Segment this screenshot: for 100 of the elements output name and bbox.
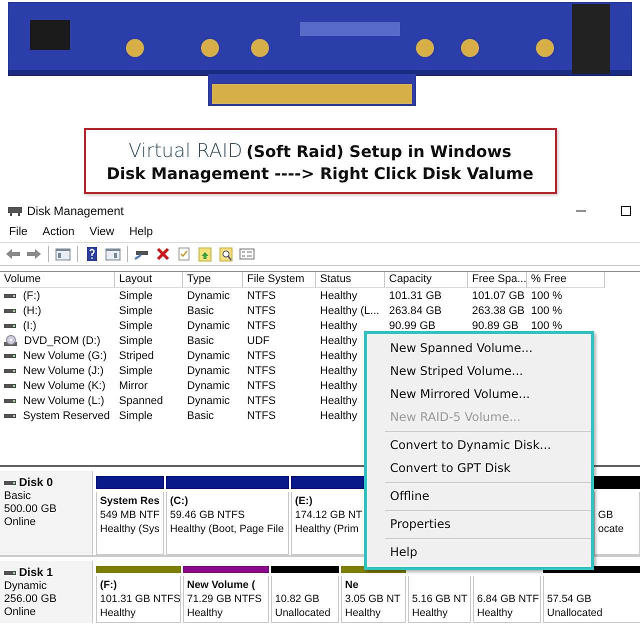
table-cell-text: NTFS: [246, 380, 276, 392]
partition-block[interactable]: (F:) 101.31 GB NTFS Healthy: [96, 576, 181, 623]
drive-icon: [4, 398, 16, 404]
table-cell-text: Simple: [118, 320, 153, 332]
context-menu-item[interactable]: Convert to GPT Disk: [367, 457, 591, 480]
table-cell-text: NTFS: [246, 350, 276, 362]
caption-subtitle: (Soft Raid) Setup in Windows: [246, 142, 512, 160]
table-cell-text: (F:): [22, 290, 40, 302]
table-cell-text: NTFS: [246, 304, 276, 316]
partition-status: Healthy: [412, 606, 448, 620]
disk-size: 500.00 GB: [4, 503, 58, 515]
table-cell-text: Healthy: [319, 380, 358, 392]
column-header[interactable]: Status: [316, 272, 385, 288]
column-header[interactable]: % Free: [527, 272, 605, 288]
disk-name: Disk 1: [19, 567, 53, 579]
context-menu-item[interactable]: New Striped Volume...: [367, 360, 591, 383]
table-cell-text: Dynamic: [186, 350, 230, 362]
column-header[interactable]: Free Spa...: [468, 272, 527, 288]
caption-title: Virtual RAID: [128, 140, 242, 162]
context-menu-item[interactable]: Properties: [367, 513, 591, 536]
forward-arrow-icon[interactable]: [25, 246, 43, 262]
table-cell-text: UDF: [246, 334, 270, 346]
properties-icon[interactable]: [238, 246, 256, 262]
partition-block[interactable]: New Volume ( 71.29 GB NTFS Healthy: [183, 576, 269, 623]
menu-item[interactable]: Action: [42, 226, 74, 238]
maximize-icon[interactable]: [620, 205, 632, 217]
table-cell-text: Striped: [118, 350, 154, 362]
table-cell-text: NTFS: [246, 290, 276, 302]
context-menu-item[interactable]: New Mirrored Volume...: [367, 383, 591, 406]
table-cell-text: DVD_ROM (D:): [23, 334, 100, 346]
column-header[interactable]: Capacity: [385, 272, 468, 288]
partition-size: 57.54 GB: [547, 592, 592, 606]
partition-size: 3.05 GB NT: [345, 592, 400, 606]
folder-up-icon[interactable]: [196, 246, 214, 262]
column-header[interactable]: Layout: [115, 272, 183, 288]
column-header[interactable]: File System: [243, 272, 316, 288]
partition-size: 549 MB NTF: [100, 508, 160, 522]
drive-icon: [4, 368, 16, 374]
partition-block[interactable]: 57.54 GB Unallocated: [543, 576, 640, 623]
table-cell-text: 101.31 GB: [388, 290, 442, 302]
table-cell-text: Healthy: [319, 320, 358, 332]
table-cell-text: Simple: [118, 290, 153, 302]
column-header[interactable]: Volume: [0, 272, 115, 288]
caption-instruction: Disk Management ----> Right Click Disk Valume: [106, 164, 534, 182]
table-cell-text: NTFS: [246, 320, 276, 332]
table-cell-text: Simple: [118, 304, 153, 316]
drive-icon: [4, 382, 16, 388]
partition-size: GB: [598, 508, 614, 522]
table-cell-text: NTFS: [246, 364, 276, 376]
partition-block[interactable]: System Res 549 MB NTF Healthy (Sys: [96, 492, 164, 555]
console-tree-icon[interactable]: [54, 246, 72, 262]
table-cell-text: Basic: [186, 304, 214, 316]
table-cell-text: (H:): [22, 304, 42, 316]
column-header[interactable]: Type: [183, 272, 243, 288]
partition-block[interactable]: (C:) 59.46 GB NTFS Healthy (Boot, Page File: [166, 492, 289, 555]
window-title: Disk Management: [27, 204, 125, 218]
table-cell-text: 263.84 GB: [388, 304, 442, 316]
partition-name: System Res: [100, 494, 160, 508]
partition-block[interactable]: 6.84 GB NTF Healthy: [473, 576, 541, 623]
context-menu-item[interactable]: Offline: [367, 485, 591, 508]
table-cell-text: Dynamic: [186, 394, 230, 406]
disk-type: Dynamic: [4, 580, 48, 592]
back-arrow-icon[interactable]: [4, 246, 22, 262]
table-cell-text: 101.07 GB: [471, 290, 525, 302]
partition-block[interactable]: 5.16 GB NT Healthy: [408, 576, 471, 623]
table-cell-text: NTFS: [246, 394, 276, 406]
disk-type: Basic: [4, 490, 32, 502]
partition-status: Unallocated: [275, 606, 330, 620]
partition-size: 101.31 GB NTFS: [100, 592, 181, 606]
context-menu-item[interactable]: New Spanned Volume...: [367, 337, 591, 360]
partition-size: 174.12 GB NT: [295, 508, 362, 522]
partition-name: (C:): [170, 494, 188, 508]
table-cell-text: Dynamic: [186, 320, 230, 332]
disk-size: 256.00 GB: [4, 593, 58, 605]
partition-size: 71.29 GB NTFS: [187, 592, 262, 606]
partition-block[interactable]: GB ocate: [594, 492, 640, 555]
partition-status: Healthy (Boot, Page File: [170, 522, 284, 536]
table-cell-text: NTFS: [246, 410, 276, 422]
drive-icon: [4, 480, 16, 486]
table-cell-text: New Volume (G:): [22, 350, 107, 362]
context-menu-item[interactable]: Convert to Dynamic Disk...: [367, 434, 591, 457]
table-cell-text: Healthy: [319, 410, 358, 422]
table-cell-text: 90.89 GB: [471, 320, 518, 332]
optical-drive-icon: [4, 334, 17, 346]
table-cell-text: New Volume (L:): [22, 394, 104, 406]
drive-icon: [4, 412, 16, 418]
menu-item[interactable]: View: [90, 226, 114, 238]
table-cell-text: 90.99 GB: [388, 320, 436, 332]
table-cell-text: Healthy (L...: [319, 304, 380, 316]
table-cell-text: Simple: [118, 364, 153, 376]
drive-icon: [4, 292, 16, 298]
partition-block[interactable]: 10.82 GB Unallocated: [271, 576, 339, 623]
partition-size: 6.84 GB NTF: [477, 592, 539, 606]
context-menu-item[interactable]: Help: [367, 541, 591, 564]
search-icon[interactable]: [217, 246, 235, 262]
partition-block[interactable]: Ne 3.05 GB NT Healthy: [341, 576, 406, 623]
delete-icon[interactable]: [154, 246, 172, 262]
menu-item[interactable]: File: [9, 226, 28, 238]
menu-item[interactable]: Help: [129, 226, 153, 238]
table-cell-text: Healthy: [319, 394, 358, 406]
